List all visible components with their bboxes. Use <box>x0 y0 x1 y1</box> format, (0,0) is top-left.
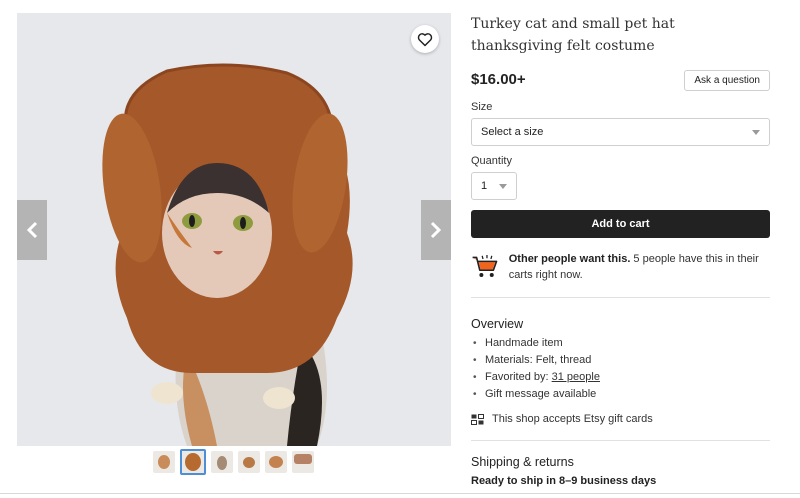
list-item: Handmade item <box>471 335 770 352</box>
thumbnail-4[interactable] <box>238 451 260 473</box>
demand-notice: Other people want this. 5 people have th… <box>471 251 770 283</box>
list-item-favorited: Favorited by: 31 people <box>471 369 770 386</box>
favorite-button[interactable] <box>411 25 439 53</box>
overview-list: Handmade item Materials: Felt, thread Fa… <box>471 335 770 403</box>
gift-cards-note: This shop accepts Etsy gift cards <box>471 413 770 425</box>
thumbnail-strip <box>153 449 314 475</box>
add-to-cart-button[interactable]: Add to cart <box>471 210 770 238</box>
ask-question-button[interactable]: Ask a question <box>684 70 770 91</box>
next-image-button[interactable] <box>421 200 451 260</box>
thumbnail-1[interactable] <box>153 451 175 473</box>
chevron-left-icon <box>26 221 38 239</box>
gift-card-icon <box>471 413 484 425</box>
chevron-down-icon <box>752 130 760 135</box>
quantity-label: Quantity <box>471 155 512 167</box>
thumbnail-2-active[interactable] <box>180 449 206 475</box>
heart-icon <box>417 32 433 46</box>
list-item: Gift message available <box>471 386 770 403</box>
size-select-value: Select a size <box>481 126 544 138</box>
shipping-heading[interactable]: Shipping & returns <box>471 455 770 469</box>
chevron-right-icon <box>430 221 442 239</box>
thumbnail-5[interactable] <box>265 451 287 473</box>
size-label: Size <box>471 101 493 113</box>
favorited-link[interactable]: 31 people <box>552 371 600 383</box>
favorited-prefix: Favorited by: <box>485 371 552 383</box>
shipping-subheading: Ready to ship in 8–9 business days <box>471 475 657 487</box>
demand-text: Other people want this. 5 people have th… <box>509 251 770 283</box>
chevron-down-icon <box>499 184 507 189</box>
divider <box>471 297 770 298</box>
size-select[interactable]: Select a size <box>471 118 770 146</box>
listing-title: Turkey cat and small pet hat thanksgivin… <box>471 16 675 54</box>
image-gallery <box>17 13 451 446</box>
previous-image-button[interactable] <box>17 200 47 260</box>
thumbnail-3[interactable] <box>211 451 233 473</box>
listing-price: $16.00+ <box>471 71 526 88</box>
page-divider <box>0 493 800 494</box>
list-item: Materials: Felt, thread <box>471 352 770 369</box>
product-photo <box>17 13 451 446</box>
overview-heading: Overview <box>471 317 524 331</box>
price-row: $16.00+ Ask a question <box>471 70 770 92</box>
cart-icon <box>472 255 498 277</box>
divider <box>471 440 770 441</box>
listing-details: Turkey cat and small pet hat thanksgivin… <box>471 13 770 487</box>
quantity-select[interactable]: 1 <box>471 172 517 200</box>
gift-cards-text: This shop accepts Etsy gift cards <box>492 413 653 425</box>
thumbnail-6[interactable] <box>292 451 314 473</box>
demand-bold: Other people want this. <box>508 253 631 265</box>
quantity-select-value: 1 <box>481 180 488 192</box>
